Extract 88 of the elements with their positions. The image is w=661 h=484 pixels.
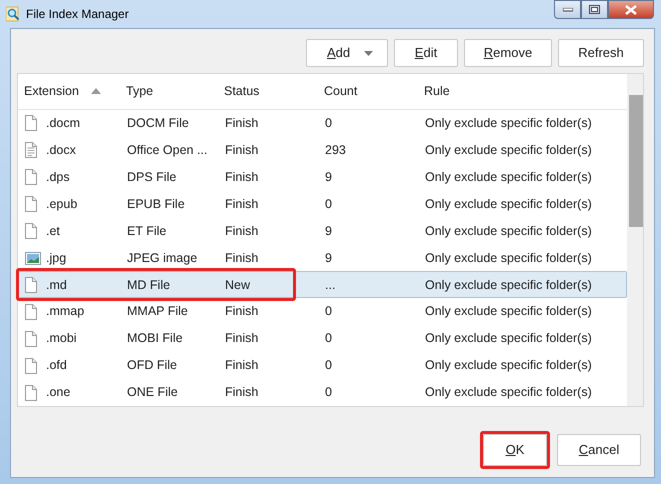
- extension-text: .mmap: [46, 303, 84, 320]
- column-header[interactable]: Extension: [18, 82, 123, 101]
- count-text: ...: [324, 276, 336, 294]
- type-text: DPS File: [126, 168, 178, 186]
- type-text: EPUB File: [126, 196, 186, 213]
- table-row[interactable]: .dps DPS File Finish 9 Only exclude specific folder(s): [18, 164, 627, 191]
- status-text: Finish: [224, 330, 260, 348]
- rule-text: Only exclude specific folder(s): [424, 330, 593, 348]
- close-button[interactable]: [608, 0, 654, 19]
- maximize-icon: [589, 5, 600, 14]
- extension-text: .jpg: [46, 250, 66, 267]
- toolbar-button[interactable]: Edit: [394, 39, 458, 67]
- status-text: Finish: [224, 303, 260, 320]
- rule-text: Only exclude specific folder(s): [424, 276, 593, 294]
- count-text: 9: [324, 168, 333, 186]
- status-text: Finish: [224, 222, 260, 240]
- table-row[interactable]: .docm DOCM File Finish 0 Only exclude specific folder(s): [18, 110, 627, 137]
- type-text: ET File: [126, 222, 168, 240]
- toolbar-button[interactable]: Refresh: [558, 39, 644, 67]
- count-text: 9: [324, 250, 333, 267]
- rule-text: Only exclude specific folder(s): [424, 303, 593, 320]
- extension-text: .dps: [46, 168, 70, 186]
- type-text: JPEG image: [126, 250, 198, 267]
- count-text: 293: [324, 142, 347, 159]
- status-text: Finish: [224, 114, 260, 132]
- count-text: 0: [324, 196, 333, 213]
- rule-text: Only exclude specific folder(s): [424, 384, 593, 402]
- extension-text: .one: [46, 384, 70, 402]
- status-text: New: [224, 276, 252, 294]
- count-text: 0: [324, 357, 333, 374]
- type-text: MMAP File: [126, 303, 189, 320]
- rule-text: Only exclude specific folder(s): [424, 250, 593, 267]
- minimize-icon: [562, 8, 572, 12]
- column-header[interactable]: Count: [321, 82, 421, 101]
- add-button[interactable]: Add: [306, 39, 388, 67]
- extension-text: .docm: [46, 114, 80, 132]
- type-text: DOCM File: [126, 114, 190, 132]
- status-text: Finish: [224, 142, 260, 159]
- type-text: MD File: [126, 276, 172, 294]
- maximize-button[interactable]: [581, 0, 608, 19]
- extension-text: .et: [46, 222, 60, 240]
- scrollbar-thumb[interactable]: [629, 95, 643, 227]
- table-row[interactable]: .jpg JPEG image Finish 9 Only exclude specific folder(s): [18, 244, 627, 272]
- table-row[interactable]: .epub EPUB File Finish 0 Only exclude specific folder(s): [18, 190, 627, 218]
- status-text: Finish: [224, 357, 260, 374]
- count-text: 0: [324, 114, 333, 132]
- caret-icon: [364, 50, 374, 56]
- extension-text: .docx: [46, 142, 76, 159]
- table-row[interactable]: .ofd OFD File Finish 0 Only exclude specific folder(s): [18, 352, 627, 380]
- rule-text: Only exclude specific folder(s): [424, 114, 593, 132]
- minimize-button[interactable]: [554, 0, 581, 19]
- column-header[interactable]: Rule: [421, 82, 627, 101]
- table-row[interactable]: .et ET File Finish 9 Only exclude specific folder(s): [18, 218, 627, 244]
- count-text: 0: [324, 384, 333, 402]
- status-text: Finish: [224, 196, 260, 213]
- toolbar-button[interactable]: Remove: [464, 39, 552, 67]
- count-text: 0: [324, 330, 333, 348]
- close-icon: [625, 4, 637, 14]
- type-text: ONE File: [126, 384, 179, 402]
- type-text: OFD File: [126, 357, 178, 374]
- status-text: Finish: [224, 168, 260, 186]
- ok-button[interactable]: OK: [483, 434, 547, 466]
- extension-text: .md: [46, 276, 67, 294]
- app-search-icon: [6, 6, 20, 22]
- count-text: 9: [324, 222, 333, 240]
- image-file-icon: [25, 250, 41, 266]
- status-text: Finish: [224, 384, 260, 402]
- table-row[interactable]: .docx Office Open ... Finish 293 Only exclude specific folder(s): [18, 136, 627, 164]
- cancel-button[interactable]: Cancel: [557, 434, 641, 466]
- rule-text: Only exclude specific folder(s): [424, 142, 593, 159]
- table-row[interactable]: .md MD File New ... Only exclude specific folder(s): [18, 271, 627, 298]
- table-row[interactable]: .one ONE File Finish 0 Only exclude specific folder(s): [18, 379, 627, 406]
- extension-text: .ofd: [46, 357, 67, 374]
- status-text: Finish: [224, 250, 260, 267]
- window-title: File Index Manager: [26, 6, 129, 23]
- rule-text: Only exclude specific folder(s): [424, 357, 593, 374]
- table-row[interactable]: .mmap MMAP File Finish 0 Only exclude specific folder(s): [18, 298, 627, 326]
- rule-text: Only exclude specific folder(s): [424, 222, 593, 240]
- column-header[interactable]: Status: [221, 82, 321, 101]
- type-text: Office Open ...: [126, 142, 208, 159]
- column-header[interactable]: Type: [123, 82, 221, 101]
- type-text: MOBI File: [126, 330, 184, 348]
- extension-text: .mobi: [46, 330, 77, 348]
- extension-text: .epub: [46, 196, 78, 213]
- rule-text: Only exclude specific folder(s): [424, 196, 593, 213]
- rule-text: Only exclude specific folder(s): [424, 168, 593, 186]
- table-row[interactable]: .mobi MOBI File Finish 0 Only exclude specific folder(s): [18, 325, 627, 352]
- count-text: 0: [324, 303, 333, 320]
